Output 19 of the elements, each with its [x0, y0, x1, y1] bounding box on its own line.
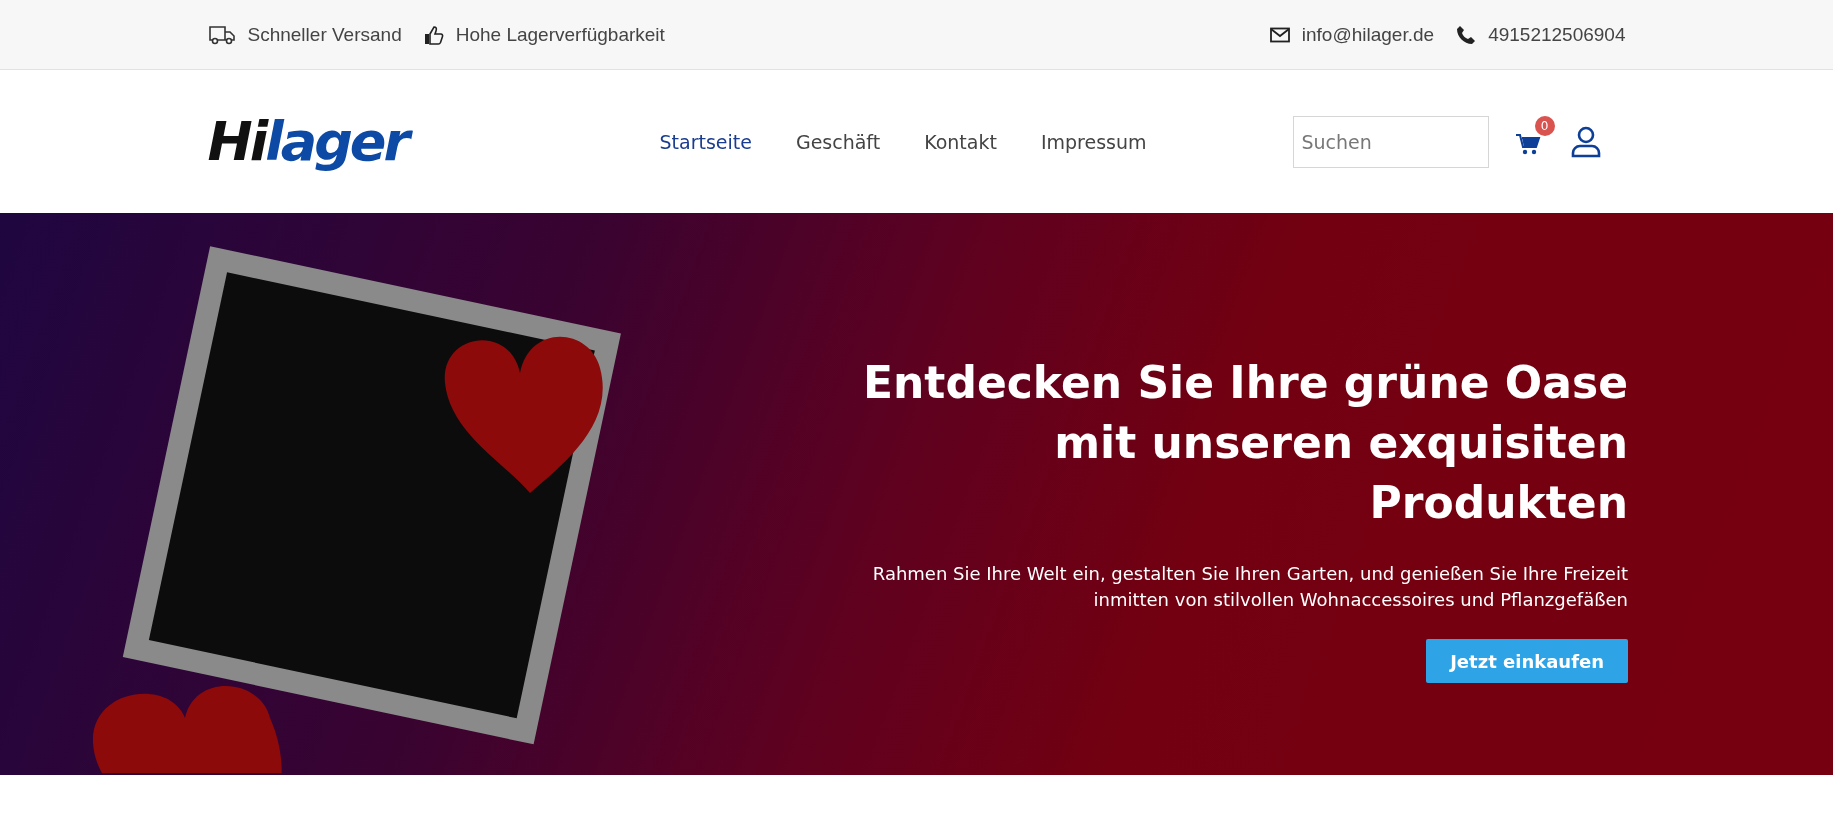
user-icon[interactable] — [1570, 125, 1601, 158]
thumbs-up-icon — [423, 24, 444, 45]
logo[interactable]: Hilager — [207, 110, 508, 173]
truck-icon — [207, 23, 236, 46]
mail-icon — [1269, 26, 1290, 43]
email-link[interactable]: info@hilager.de — [1301, 23, 1435, 46]
nav-link[interactable]: Impressum — [1040, 130, 1147, 153]
feature-label: Schneller Versand — [247, 23, 402, 46]
hero-subtitle: Rahmen Sie Ihre Welt ein, gestalten Sie Ihren Garten, und genießen Sie Ihre Freizeit inmitten von stilvollen Wohnaccessoires und Pflanzgefäßen — [871, 562, 1628, 612]
nav-link[interactable]: Kontakt — [924, 130, 997, 153]
hero-heading: Entdecken Sie Ihre grüne Oase mit unseren exquisiten Produkten — [862, 356, 1628, 530]
feature-label: Hohe Lagerverfügbarkeit — [455, 23, 665, 46]
nav-link[interactable]: Geschäft — [795, 130, 881, 153]
search-field[interactable]: Suchen — [1292, 115, 1489, 168]
cart-icon[interactable] — [1514, 131, 1541, 156]
nav-link[interactable]: Startseite — [659, 130, 752, 153]
phone-number[interactable]: 4915212506904 — [1488, 23, 1626, 46]
cart-count-badge: 0 — [1534, 115, 1555, 136]
phone-icon — [1456, 24, 1477, 45]
